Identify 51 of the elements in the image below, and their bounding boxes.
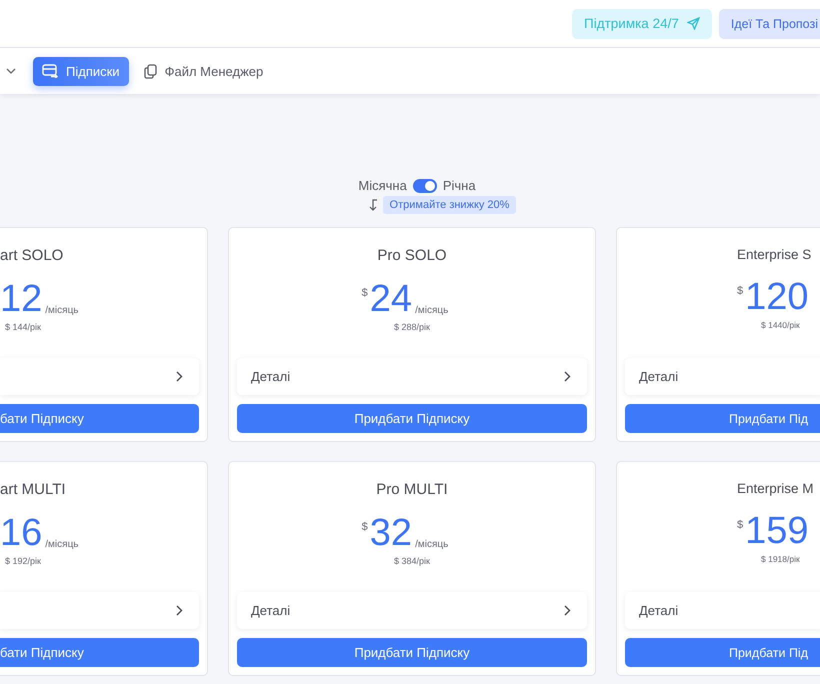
buy-subscription-button[interactable]: Придбати Підписку [237,404,587,433]
chevron-right-icon [176,604,183,616]
yearly-price: $ 144/рік [5,322,41,332]
buy-subscription-button[interactable]: Придбати Підписку [237,638,587,667]
buy-subscription-button[interactable]: Придбати Під [625,404,820,433]
currency-sign: $ [362,521,368,533]
price-period: /місяць [45,305,79,316]
plan-price: 120 [745,279,809,315]
card-icon [42,64,58,78]
send-icon [686,17,700,30]
plan-title: Pro SOLO [377,247,447,264]
yearly-price: $ 1918/рік [761,554,800,564]
plan-price: 24 [370,281,412,317]
plan-price: 32 [370,515,412,551]
plan-price: 159 [745,513,809,549]
curved-arrow-icon [368,199,378,211]
billing-toggle[interactable] [412,178,437,192]
plan-title: Enterprise S [737,247,812,262]
price-period: /місяць [415,305,448,316]
yearly-price: $ 288/рік [394,322,430,332]
plan-price: 16 [0,515,42,551]
chevron-right-icon [564,604,571,616]
copy-icon [144,64,157,78]
plan-price: 12 [0,281,42,317]
chevron-right-icon [176,370,183,382]
buy-subscription-button[interactable]: Придбати Під [625,638,820,667]
yearly-price: $ 192/рік [5,556,41,566]
chevron-right-icon [564,370,571,382]
currency-sign: $ [362,287,368,299]
details-button[interactable]: Деталі [625,358,820,396]
currency-sign: $ [737,519,744,531]
ideas-button[interactable]: Ідеї Та Пропозі [718,8,820,38]
plan-title: art MULTI [0,481,66,498]
buy-subscription-button[interactable]: бати Підписку [0,404,199,433]
nav-tab[interactable]: Файл Менеджер [134,56,272,86]
currency-sign: $ [737,285,744,297]
nav-tab[interactable]: Підписки [33,56,129,86]
plan-title: art SOLO [0,247,64,264]
buy-subscription-button[interactable]: бати Підписку [0,638,199,667]
yearly-price: $ 1440/рік [761,320,800,330]
monthly-label: Місячна [358,178,407,193]
yearly-price: $ 384/рік [394,556,430,566]
details-button[interactable]: Деталі [237,358,587,396]
discount-badge: Отримайте знижку 20% [382,196,516,214]
plan-title: Enterprise M [737,481,814,496]
plan-title: Pro MULTI [376,481,448,498]
price-period: /місяць [415,539,448,550]
yearly-label: Річна [442,178,476,193]
details-button[interactable]: Деталі [237,592,587,630]
details-button[interactable]: Деталі [625,592,820,630]
price-period: /місяць [45,539,79,550]
